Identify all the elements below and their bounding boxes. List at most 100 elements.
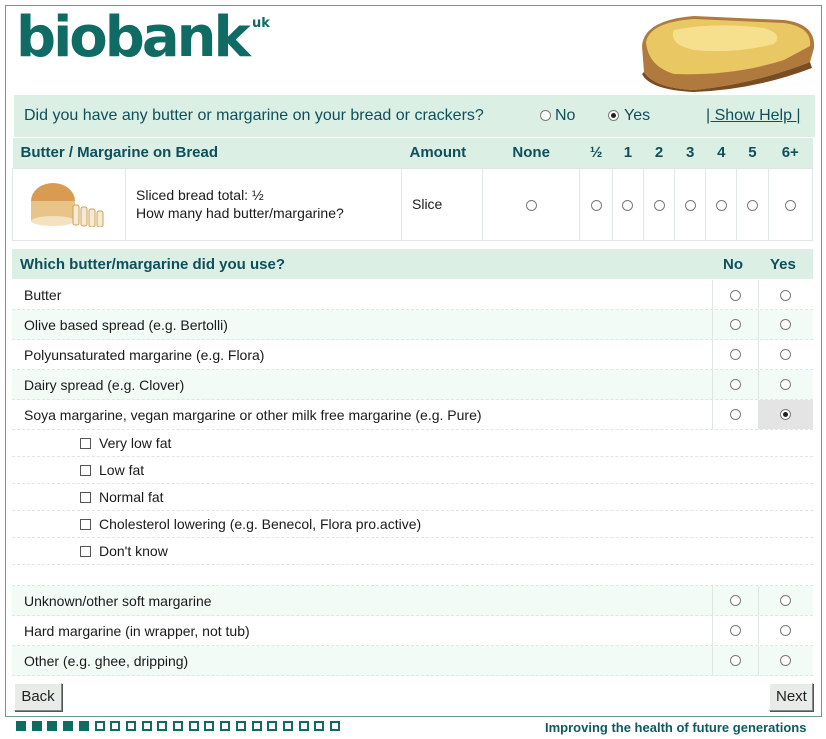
fat-option-row: Cholesterol lowering (e.g. Benecol, Flor…: [12, 511, 813, 538]
types-header: Which butter/margarine did you use? No Y…: [12, 249, 813, 279]
amount-6plus-radio[interactable]: [784, 199, 796, 211]
fat-option-checkbox[interactable]: [80, 465, 91, 476]
type-yes-radio[interactable]: [780, 409, 791, 420]
answer-no-label: No: [555, 107, 576, 124]
amount-col-6plus: 6+: [768, 138, 813, 168]
fat-option-checkbox[interactable]: [80, 546, 91, 557]
amount-none-cell: [481, 167, 581, 241]
type-row-dairy: Dairy spread (e.g. Clover): [12, 370, 813, 400]
progress-step-pending: [110, 721, 121, 731]
type-no-radio[interactable]: [730, 319, 741, 330]
fat-option-row: Don't know: [12, 538, 813, 565]
type-row-unknown: Unknown/other soft margarine: [12, 586, 813, 616]
amount-4-radio[interactable]: [715, 199, 727, 211]
fat-option-checkbox[interactable]: [80, 519, 91, 530]
amount-col-1: 1: [612, 138, 644, 168]
show-help-link[interactable]: | Show Help |: [706, 107, 801, 125]
fat-option-label: Low fat: [99, 462, 145, 478]
progress-step-pending: [220, 721, 231, 731]
types-col-yes: Yes: [770, 256, 796, 273]
type-row-butter: Butter: [12, 280, 813, 310]
type-no-radio[interactable]: [730, 379, 741, 390]
progress-step-pending: [330, 721, 340, 731]
sliced-loaf-icon: [31, 182, 104, 227]
type-yes-radio[interactable]: [780, 379, 791, 390]
progress-step-pending: [94, 721, 105, 731]
amount-3-radio[interactable]: [684, 199, 696, 211]
amount-1-cell: [611, 167, 644, 241]
question-bar: Did you have any butter or margarine on …: [14, 95, 815, 137]
progress-step-pending: [314, 721, 325, 731]
amount-table-header-item: Butter / Margarine on Bread: [12, 138, 402, 168]
progress-step-pending: [125, 721, 136, 731]
type-no-radio[interactable]: [730, 290, 741, 301]
progress-step-pending: [267, 721, 278, 731]
progress-step-pending: [188, 721, 199, 731]
type-label: Hard margarine (in wrapper, not tub): [24, 623, 250, 639]
biobank-logo: biobank uk: [16, 5, 276, 70]
type-yes-radio[interactable]: [780, 319, 791, 330]
logo-wordmark: biobank: [16, 5, 251, 70]
bread-description: Sliced bread total: ½ How many had butte…: [125, 167, 402, 241]
fat-option-row: Low fat: [12, 457, 813, 484]
answer-yes-radio[interactable]: [608, 110, 619, 121]
amount-half-cell: [579, 167, 613, 241]
type-no-radio[interactable]: [730, 655, 741, 666]
type-row-other: Other (e.g. ghee, dripping): [12, 646, 813, 676]
spacer-row: [12, 565, 813, 586]
fat-option-checkbox[interactable]: [80, 438, 91, 449]
progress-step-pending: [173, 721, 183, 731]
answer-yes-label: Yes: [624, 107, 651, 124]
back-button[interactable]: Back: [14, 683, 62, 711]
amount-col-half: ½: [579, 138, 613, 168]
progress-step-complete: [47, 721, 58, 731]
fat-option-label: Cholesterol lowering (e.g. Benecol, Flor…: [99, 516, 422, 532]
type-label: Butter: [24, 287, 62, 303]
type-yes-radio[interactable]: [780, 349, 791, 360]
sliced-bread-image-cell: [12, 167, 126, 241]
amount-3-cell: [674, 167, 707, 241]
amount-table-header-amount: Amount: [401, 138, 483, 168]
progress-step-complete: [63, 721, 74, 731]
amount-none-radio[interactable]: [525, 199, 537, 211]
amount-col-5: 5: [736, 138, 769, 168]
next-button[interactable]: Next: [769, 683, 813, 711]
type-no-radio[interactable]: [730, 409, 741, 420]
amount-1-radio[interactable]: [622, 199, 634, 211]
amount-half-radio[interactable]: [590, 199, 602, 211]
footer-tagline: Improving the health of future generatio…: [545, 720, 807, 735]
amount-5-cell: [736, 167, 769, 241]
type-row-soya: Soya margarine, vegan margarine or other…: [12, 400, 813, 430]
fat-option-row: Very low fat: [12, 430, 813, 457]
type-row-olive: Olive based spread (e.g. Bertolli): [12, 310, 813, 340]
fat-option-row: Normal fat: [12, 484, 813, 511]
progress-step-pending: [235, 721, 246, 731]
type-label: Unknown/other soft margarine: [24, 593, 212, 609]
question-text: Did you have any butter or margarine on …: [24, 107, 484, 124]
types-col-no: No: [723, 256, 743, 273]
amount-col-3: 3: [674, 138, 706, 168]
progress-step-pending: [282, 721, 293, 731]
progress-step-pending: [298, 721, 309, 731]
type-yes-radio[interactable]: [780, 595, 791, 606]
answer-no-radio[interactable]: [540, 110, 551, 121]
amount-2-radio[interactable]: [653, 199, 665, 211]
types-question-title: Which butter/margarine did you use?: [20, 256, 286, 273]
type-no-radio[interactable]: [730, 625, 741, 636]
type-yes-radio[interactable]: [780, 625, 791, 636]
progress-step-complete: [31, 721, 42, 731]
amount-col-4: 4: [705, 138, 737, 168]
type-yes-radio[interactable]: [780, 655, 791, 666]
type-label: Soya margarine, vegan margarine or other…: [24, 407, 482, 423]
type-no-radio[interactable]: [730, 595, 741, 606]
amount-2-cell: [642, 167, 676, 241]
type-row-polyunsaturated: Polyunsaturated margarine (e.g. Flora): [12, 340, 813, 370]
bread-total-text: Sliced bread total: ½: [136, 187, 264, 203]
progress-step-pending: [157, 721, 168, 731]
amount-5-radio[interactable]: [746, 199, 758, 211]
amount-4-cell: [705, 167, 738, 241]
progress-step-pending: [251, 721, 262, 731]
type-yes-radio[interactable]: [780, 290, 791, 301]
fat-option-checkbox[interactable]: [80, 492, 91, 503]
type-no-radio[interactable]: [730, 349, 741, 360]
